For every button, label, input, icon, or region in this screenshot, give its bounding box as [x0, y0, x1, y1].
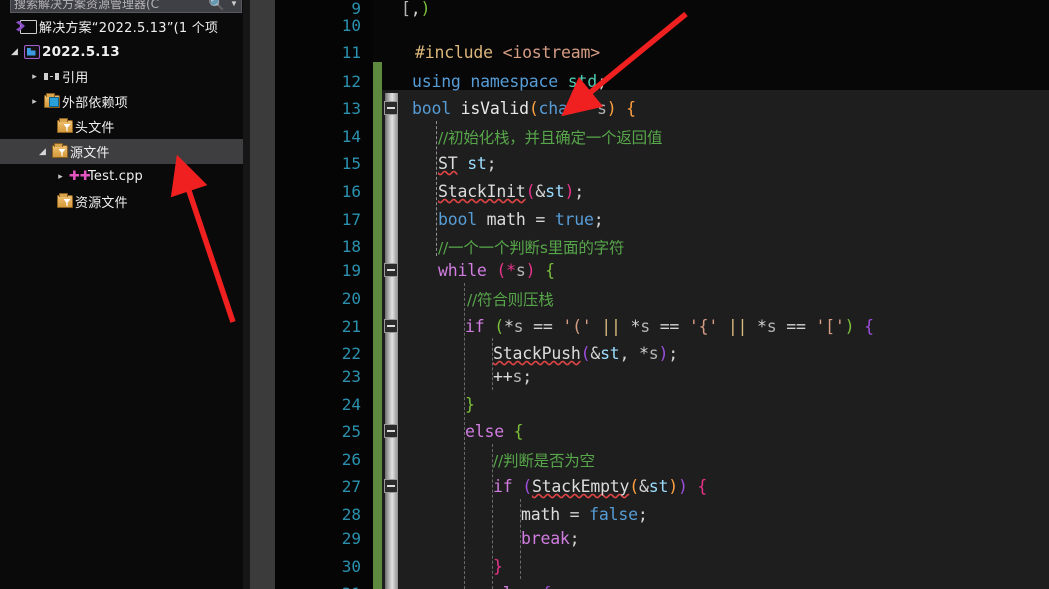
indent-guide [492, 444, 494, 589]
line-content: ++s; [493, 367, 532, 386]
line-content: else { [493, 584, 552, 589]
line-content: ST st; [438, 154, 497, 173]
line-number: 24 [341, 395, 361, 414]
line-content: while (*s) { [438, 261, 555, 280]
indent-guide [464, 283, 466, 589]
tree-item-label: Test.cpp [88, 169, 143, 184]
tree-item-label: 源文件 [70, 146, 110, 161]
references-icon [41, 64, 62, 89]
tree-item-header-files[interactable]: 头文件 [0, 114, 243, 139]
expand-arrow-right-icon[interactable]: ▸ [28, 89, 41, 114]
collapse-toggle-icon[interactable] [384, 479, 398, 493]
tree-item-label: 2022.5.13 [42, 43, 120, 60]
line-content: } [493, 557, 503, 576]
chevron-down-icon[interactable]: ▼ [227, 0, 241, 8]
line-number: 26 [341, 450, 361, 469]
tree-item-resource-files[interactable]: 资源文件 [0, 189, 243, 214]
search-input[interactable]: 搜索解决方案资源管理器(C [11, 0, 207, 12]
line-number: 19 [341, 261, 361, 280]
code-line[interactable]: 20 //符合则压栈 [275, 283, 1049, 314]
code-line[interactable]: 31 else { [275, 578, 1049, 589]
line-number: 29 [341, 529, 361, 548]
line-number: 31 [275, 584, 367, 589]
code-line[interactable]: 11 #include <iostream> [275, 37, 1049, 68]
tree-item-solution[interactable]: 解决方案“2022.5.13”(1 个项 [0, 14, 243, 39]
indent-guide [436, 121, 438, 256]
collapse-toggle-icon[interactable] [384, 263, 398, 277]
collapse-toggle-icon[interactable] [384, 424, 398, 438]
code-line[interactable]: 23 ++s; [275, 361, 1049, 392]
project-icon [21, 39, 42, 64]
tree-item-label: 头文件 [75, 121, 115, 136]
line-content: StackInit(&st); [438, 182, 585, 201]
line-number: 16 [341, 182, 361, 201]
tree-item-project[interactable]: ◢ 2022.5.13 [0, 39, 243, 64]
line-content: //符合则压栈 [467, 290, 554, 309]
tree-item-source-files[interactable]: ◢ 源文件 [0, 139, 243, 164]
indent-guide [492, 338, 494, 390]
tree-item-external-dependencies[interactable]: ▸ 外部依赖项 [0, 89, 243, 114]
folder-icon [54, 114, 75, 139]
line-number: 11 [341, 43, 361, 62]
collapse-toggle-icon[interactable] [384, 101, 398, 115]
tree-item-references[interactable]: ▸ 引用 [0, 64, 243, 89]
line-number: 25 [341, 422, 361, 441]
line-number: 20 [341, 289, 361, 308]
screenshot-root: 搜索解决方案资源管理器(C 🔍 ▼ 解决方案“2022.5.13”(1 个项 ◢… [0, 0, 1049, 589]
code-line[interactable]: 29 break; [275, 523, 1049, 554]
folder-icon [54, 189, 75, 214]
folder-dependency-icon [41, 89, 62, 114]
line-content: //判断是否为空 [493, 451, 595, 470]
cpp-file-icon: ✚✚ [69, 168, 91, 184]
line-number: 13 [341, 99, 361, 118]
solution-icon [18, 14, 39, 39]
search-icon[interactable]: 🔍 [207, 0, 227, 10]
line-number: 23 [341, 367, 361, 386]
expand-arrow-down-icon[interactable]: ◢ [8, 39, 21, 64]
line-number: 21 [341, 317, 361, 336]
line-number: 10 [341, 16, 361, 35]
line-content: } [465, 395, 475, 414]
solution-tree: 解决方案“2022.5.13”(1 个项 ◢ 2022.5.13 ▸ 引用 ▸ [0, 14, 243, 214]
tree-item-test-cpp[interactable]: ▸ ✚✚ Test.cpp [0, 164, 243, 189]
solution-explorer-panel: 搜索解决方案资源管理器(C 🔍 ▼ 解决方案“2022.5.13”(1 个项 ◢… [0, 0, 244, 589]
line-content: if (StackEmpty(&st)) { [493, 477, 708, 496]
tree-item-label: 引用 [62, 71, 89, 86]
expand-arrow-right-icon[interactable]: ▸ [28, 64, 41, 89]
line-content: #include <iostream> [415, 43, 600, 62]
line-content: using namespace std; [412, 72, 607, 91]
line-number: 18 [341, 237, 361, 256]
expand-arrow-right-icon[interactable]: ▸ [54, 164, 67, 189]
line-number: 30 [341, 557, 361, 576]
code-line[interactable]: 16 StackInit(&st); [275, 176, 1049, 207]
line-number: 17 [341, 210, 361, 229]
expand-arrow-down-icon[interactable]: ◢ [36, 139, 49, 164]
line-number: 14 [341, 127, 361, 146]
indent-guide [520, 499, 522, 579]
line-content: bool isValid(char* s) { [412, 99, 636, 118]
line-number: 15 [341, 154, 361, 173]
line-content: //初始化栈，并且确定一个返回值 [438, 128, 663, 147]
line-number: 28 [341, 505, 361, 524]
tree-item-label: 外部依赖项 [62, 96, 129, 111]
panel-divider-gray[interactable] [250, 0, 275, 589]
solution-search-box[interactable]: 搜索解决方案资源管理器(C 🔍 ▼ [10, 0, 242, 13]
line-content: break; [521, 529, 580, 548]
folder-icon [49, 139, 70, 164]
code-editor[interactable]: 9 [,) 10 11 #include <iostream> 12 using… [275, 0, 1049, 589]
line-content: if (*s == '(' || *s == '{' || *s == '[')… [465, 317, 874, 336]
line-number: 27 [341, 477, 361, 496]
line-content: bool math = true; [438, 210, 604, 229]
tree-item-label: 解决方案“2022.5.13”(1 个项 [39, 21, 219, 36]
line-number: 12 [341, 72, 361, 91]
line-content: else { [465, 422, 524, 441]
line-content: math = false; [521, 505, 648, 524]
code-line[interactable]: 15 ST st; [275, 148, 1049, 179]
collapse-toggle-icon[interactable] [384, 319, 398, 333]
panel-divider-dark [243, 0, 250, 589]
tree-item-label: 资源文件 [75, 196, 128, 211]
